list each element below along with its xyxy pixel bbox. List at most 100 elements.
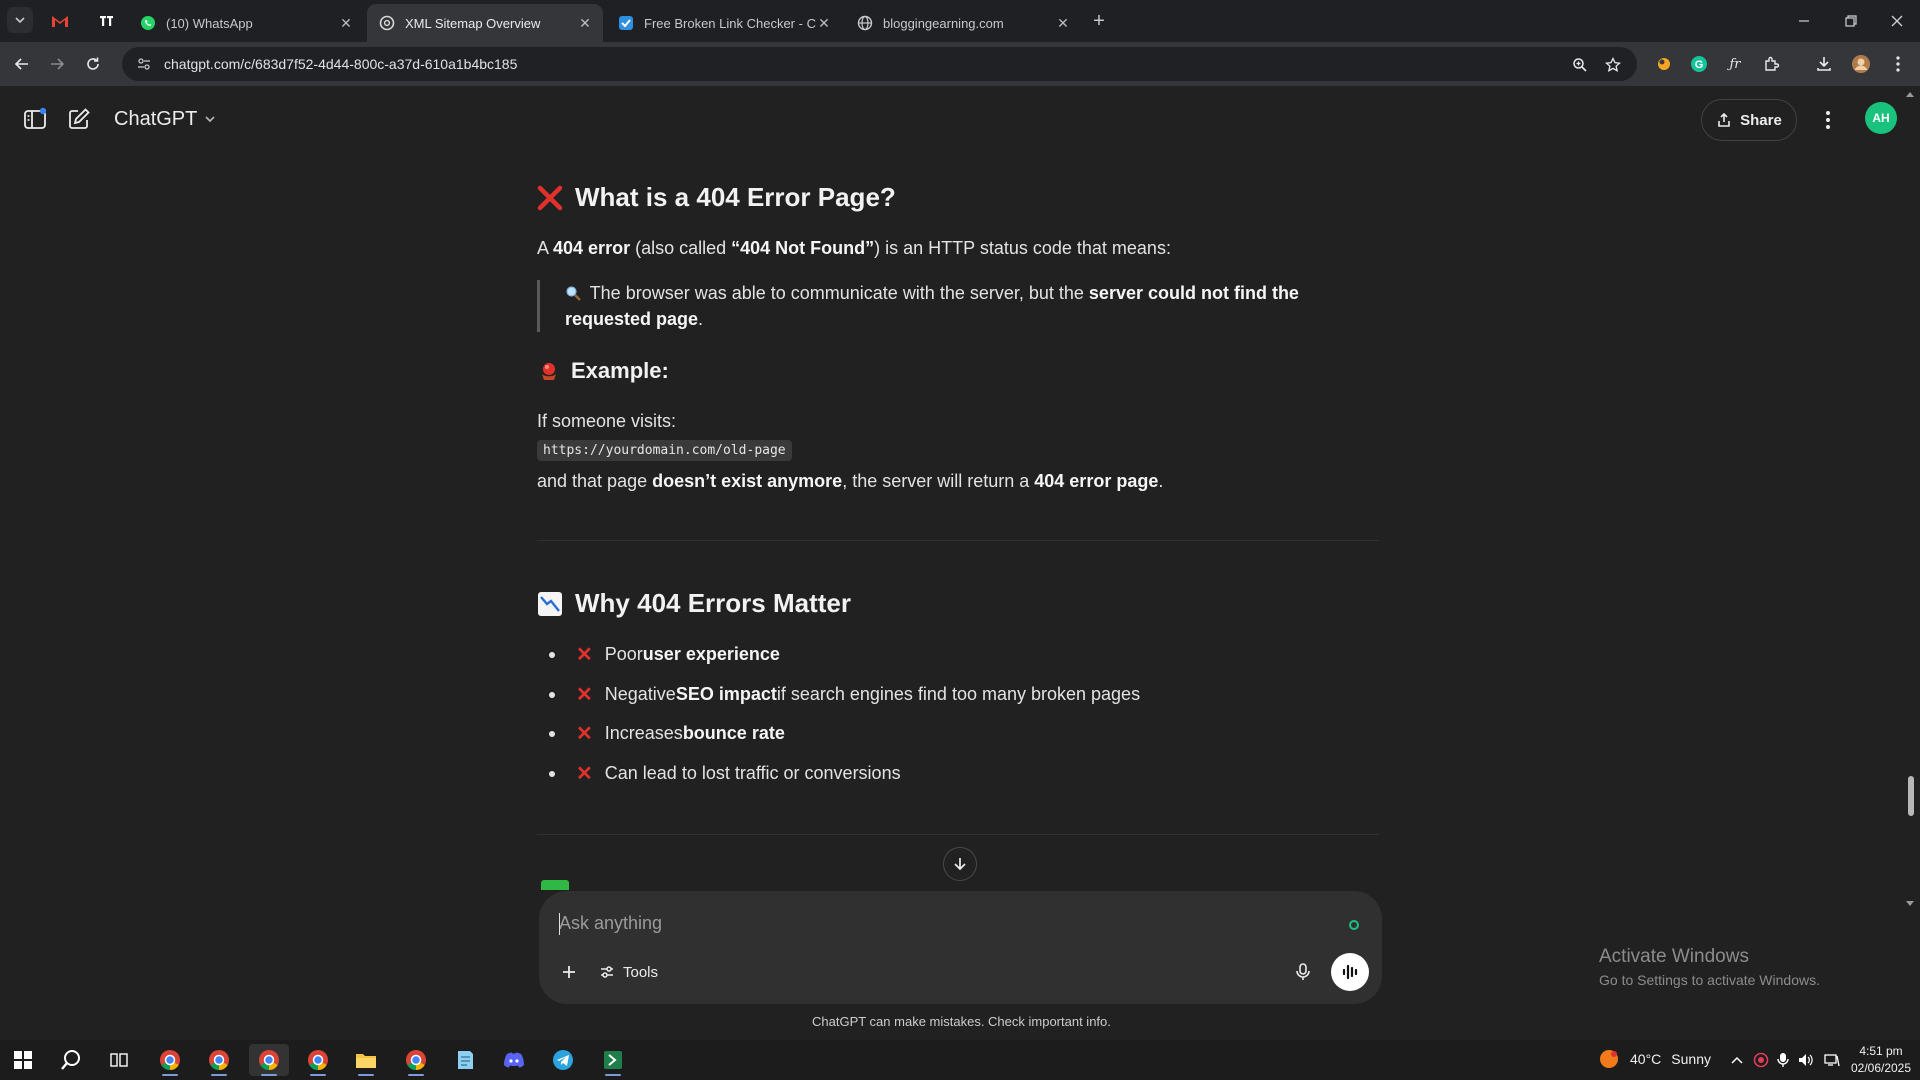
- red-cross-icon: ✕: [576, 644, 593, 666]
- divider: [537, 834, 1379, 835]
- sidebar-toggle-icon[interactable]: [22, 106, 48, 132]
- fx-extension-icon[interactable]: ƒr: [1723, 52, 1747, 76]
- new-tab-button[interactable]: +: [1087, 9, 1111, 33]
- more-options-button[interactable]: [1814, 106, 1842, 134]
- taskbar-telegram[interactable]: [543, 1044, 583, 1076]
- arrow-left-icon: [14, 58, 28, 70]
- text-run: , the server will return a: [842, 471, 1035, 491]
- close-tab-icon[interactable]: ✕: [1055, 15, 1071, 31]
- extensions-puzzle-icon[interactable]: [1760, 52, 1784, 76]
- scroll-to-bottom-button[interactable]: [943, 847, 977, 881]
- prompt-input[interactable]: Ask anything: [559, 913, 662, 934]
- tab-whatsapp[interactable]: (10) WhatsApp ✕: [128, 4, 364, 42]
- running-indicator: [310, 1074, 326, 1076]
- clock[interactable]: 4:51 pm 02/06/2025: [1846, 1043, 1916, 1077]
- text-run: .: [1158, 471, 1164, 491]
- taskbar-chrome-2[interactable]: [199, 1044, 239, 1076]
- attach-button[interactable]: [555, 958, 583, 986]
- address-bar[interactable]: chatgpt.com/c/683d7f52-4d44-800c-a37d-61…: [122, 47, 1637, 81]
- tab-broken-link-checker[interactable]: Free Broken Link Checker - Che ✕: [606, 4, 842, 42]
- share-button[interactable]: Share: [1701, 99, 1797, 141]
- globe-icon: [857, 15, 873, 31]
- back-button[interactable]: [10, 52, 34, 76]
- user-avatar[interactable]: AH: [1865, 102, 1897, 134]
- tab-xml-sitemap[interactable]: XML Sitemap Overview ✕: [367, 4, 603, 42]
- tools-button[interactable]: Tools: [599, 958, 658, 986]
- zoom-icon[interactable]: [1570, 55, 1590, 75]
- model-selector[interactable]: ChatGPT: [114, 104, 217, 134]
- pinned-tab-tt[interactable]: [92, 8, 122, 34]
- svg-text:ƒr: ƒr: [1726, 57, 1741, 72]
- scroll-up-icon[interactable]: [1905, 90, 1915, 98]
- section-heading-404: What is a 404 Error Page?: [537, 182, 896, 213]
- dictate-button[interactable]: [1289, 958, 1317, 986]
- scroll-down-icon[interactable]: [1905, 900, 1915, 908]
- text-run: Increases: [604, 723, 683, 743]
- tray-overflow-icon[interactable]: [1727, 1050, 1747, 1070]
- running-indicator: [162, 1074, 178, 1076]
- search-button[interactable]: [51, 1044, 91, 1076]
- text-run: The browser was able to communicate with…: [585, 283, 1089, 303]
- clock-time: 4:51 pm: [1859, 1044, 1903, 1058]
- pinned-tab-gmail[interactable]: [45, 8, 75, 34]
- scrollbar-thumb[interactable]: [1908, 776, 1914, 816]
- example-after: and that page doesn’t exist anymore, the…: [537, 468, 1163, 494]
- bullet: [549, 691, 555, 698]
- inline-code: https://yourdomain.com/old-page: [537, 440, 792, 461]
- start-button[interactable]: [3, 1044, 43, 1076]
- bookmark-star-icon[interactable]: [1603, 55, 1623, 75]
- bold-text: doesn’t exist anymore: [652, 471, 843, 491]
- reload-button[interactable]: [81, 52, 105, 76]
- browser-menu-icon[interactable]: [1886, 52, 1910, 76]
- download-icon[interactable]: [1812, 52, 1836, 76]
- restore-button[interactable]: [1834, 8, 1868, 34]
- heading-text: Why 404 Errors Matter: [575, 588, 851, 618]
- taskbar-notepad[interactable]: [445, 1044, 485, 1076]
- chrome-icon: [209, 1050, 229, 1071]
- microphone-tray-icon[interactable]: [1773, 1050, 1793, 1070]
- close-tab-icon[interactable]: ✕: [338, 15, 354, 31]
- bullet: [549, 651, 555, 658]
- close-window-button[interactable]: [1880, 8, 1914, 34]
- assistant-message: What is a 404 Error Page? A 404 error (a…: [537, 150, 1379, 890]
- taskbar-chrome-5[interactable]: [396, 1044, 436, 1076]
- network-icon[interactable]: [1822, 1050, 1842, 1070]
- voice-mode-button[interactable]: [1331, 953, 1369, 991]
- chrome-icon: [259, 1050, 279, 1071]
- volume-icon[interactable]: [1796, 1050, 1816, 1070]
- new-chat-icon[interactable]: [66, 106, 92, 132]
- grammarly-status-icon[interactable]: [1349, 920, 1359, 930]
- profile-avatar-icon[interactable]: [1849, 52, 1873, 76]
- close-tab-icon[interactable]: ✕: [816, 15, 832, 31]
- forward-button[interactable]: [45, 52, 69, 76]
- taskbar-file-explorer[interactable]: [346, 1044, 386, 1076]
- taskbar-chrome-1[interactable]: [150, 1044, 190, 1076]
- message-composer[interactable]: Ask anything Tools: [539, 891, 1382, 1004]
- grammarly-icon[interactable]: G: [1687, 52, 1711, 76]
- close-tab-icon[interactable]: ✕: [577, 15, 593, 31]
- text-run: and that page: [537, 471, 653, 491]
- discord-icon: [504, 1052, 524, 1068]
- weather-widget[interactable]: 40°C Sunny: [1598, 1048, 1711, 1070]
- chat-header: ChatGPT Share AH: [0, 86, 1900, 150]
- example-heading: Example:: [537, 358, 669, 384]
- pushpin-icon: [542, 363, 556, 380]
- url-text[interactable]: chatgpt.com/c/683d7f52-4d44-800c-a37d-61…: [164, 56, 517, 72]
- tab-bloggingearning[interactable]: bloggingearning.com ✕: [845, 4, 1081, 42]
- record-icon[interactable]: [1751, 1050, 1771, 1070]
- activate-windows-subtitle: Go to Settings to activate Windows.: [1599, 972, 1820, 988]
- terminal-app-icon: [604, 1051, 622, 1069]
- voice-waveform-icon: [1342, 964, 1358, 980]
- taskbar-chrome-3[interactable]: [249, 1044, 289, 1076]
- text-run: Negative: [604, 684, 676, 704]
- taskbar-terminal-app[interactable]: [593, 1044, 633, 1076]
- tab-search-button[interactable]: [7, 7, 33, 33]
- arrow-down-icon: [954, 858, 966, 871]
- extension-icon-orange[interactable]: [1652, 52, 1676, 76]
- page-scrollbar[interactable]: [1900, 86, 1920, 1040]
- taskbar-discord[interactable]: [494, 1044, 534, 1076]
- minimize-button[interactable]: [1787, 8, 1821, 34]
- task-view-button[interactable]: [99, 1044, 139, 1076]
- taskbar-chrome-4[interactable]: [298, 1044, 338, 1076]
- site-settings-icon[interactable]: [136, 56, 152, 72]
